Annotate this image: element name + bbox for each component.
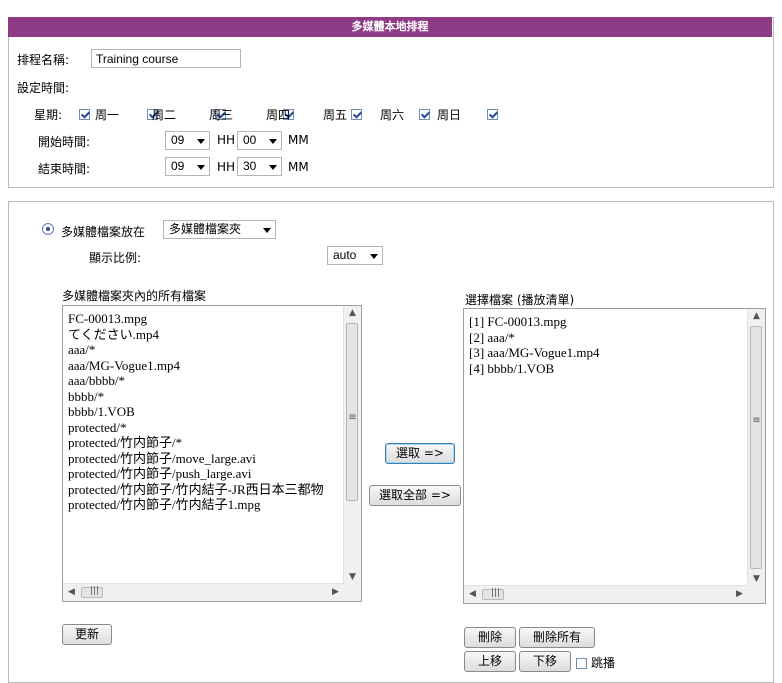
grip-icon: ≡: [348, 412, 357, 423]
weekday-checkbox[interactable]: [79, 109, 90, 120]
all-files-list[interactable]: FC-00013.mpg てください.mp4 aaa/* aaa/MG-Vogue1.…: [62, 305, 362, 602]
weekday-label: 周二: [152, 108, 177, 122]
list-item[interactable]: aaa/MG-Vogue1.mp4: [68, 358, 343, 374]
hour-unit-label: HH: [217, 133, 236, 147]
time-settings-label: 設定時間:: [17, 81, 70, 95]
selected-files-label: 選擇檔案 (播放清單): [465, 293, 575, 307]
display-ratio-label: 顯示比例:: [89, 251, 142, 265]
list-item[interactable]: [1] FC-00013.mpg: [469, 314, 747, 330]
horizontal-scrollbar[interactable]: ◀ ||| ▶: [63, 583, 344, 601]
selected-files-list[interactable]: [1] FC-00013.mpg [2] aaa/* [3] aaa/MG-Vogu…: [463, 308, 766, 604]
skip-checkbox[interactable]: [576, 658, 587, 669]
scrollbar-corner: [344, 584, 361, 601]
list-item[interactable]: protected/竹内節子/竹内結子-JR西日本三都物: [68, 482, 343, 498]
schedule-panel: [8, 17, 774, 188]
selected-files-items: [1] FC-00013.mpg [2] aaa/* [3] aaa/MG-Vogu…: [469, 314, 747, 376]
list-item[interactable]: protected/*: [68, 420, 343, 436]
weekday-checkbox[interactable]: [487, 109, 498, 120]
end-minute-select[interactable]: 30: [237, 157, 282, 176]
scroll-down-icon[interactable]: ▼: [344, 572, 361, 582]
display-ratio-select[interactable]: auto: [327, 246, 383, 265]
chevron-down-icon: [269, 139, 277, 144]
scroll-left-icon[interactable]: ◀: [464, 589, 481, 599]
week-label: 星期:: [34, 108, 63, 122]
select-button[interactable]: 選取 =>: [385, 443, 455, 464]
schedule-name-label: 排程名稱:: [17, 53, 70, 67]
start-minute-select[interactable]: 00: [237, 131, 282, 150]
list-item[interactable]: protected/竹内節子/move_large.avi: [68, 451, 343, 467]
list-item[interactable]: bbbb/*: [68, 389, 343, 405]
chevron-down-icon: [197, 165, 205, 170]
chevron-down-icon: [263, 228, 271, 233]
minute-unit-label: MM: [288, 160, 309, 174]
delete-all-button[interactable]: 刪除所有: [519, 627, 595, 648]
vertical-scrollbar[interactable]: ▲ ≡ ▼: [343, 306, 361, 584]
weekday-label: 周三: [209, 108, 234, 122]
scrollbar-corner: [748, 586, 765, 603]
move-down-button[interactable]: 下移: [519, 651, 571, 672]
display-ratio-value: auto: [333, 248, 357, 262]
list-item[interactable]: protected/竹内節子/*: [68, 435, 343, 451]
scroll-right-icon[interactable]: ▶: [731, 589, 748, 599]
grip-icon: ≡: [752, 415, 761, 426]
list-item[interactable]: aaa/*: [68, 342, 343, 358]
vertical-scrollbar[interactable]: ▲ ≡ ▼: [747, 309, 765, 586]
horizontal-scrollbar[interactable]: ◀ ||| ▶: [464, 585, 748, 603]
media-source-value: 多媒體檔案夾: [169, 222, 242, 236]
hour-unit-label: HH: [217, 160, 236, 174]
move-up-button[interactable]: 上移: [464, 651, 516, 672]
chevron-down-icon: [370, 254, 378, 259]
scroll-right-icon[interactable]: ▶: [327, 587, 344, 597]
start-minute-value: 00: [243, 133, 257, 147]
start-hour-select[interactable]: 09: [165, 131, 210, 150]
all-files-label: 多媒體檔案夾內的所有檔案: [62, 289, 207, 303]
end-minute-value: 30: [243, 159, 257, 173]
weekday-label: 周日: [437, 108, 462, 122]
list-item[interactable]: てください.mp4: [68, 327, 343, 343]
media-source-select[interactable]: 多媒體檔案夾: [163, 220, 276, 239]
list-item[interactable]: [4] bbbb/1.VOB: [469, 361, 747, 377]
schedule-name-input[interactable]: Training course: [91, 49, 241, 68]
list-item[interactable]: protected/竹内節子/push_large.avi: [68, 466, 343, 482]
select-all-button[interactable]: 選取全部 =>: [369, 485, 461, 506]
list-item[interactable]: [2] aaa/*: [469, 330, 747, 346]
delete-button[interactable]: 刪除: [464, 627, 516, 648]
scrollbar-thumb[interactable]: [750, 326, 762, 569]
weekday-checkbox[interactable]: [351, 109, 362, 120]
media-source-radio[interactable]: [42, 223, 54, 235]
minute-unit-label: MM: [288, 133, 309, 147]
end-time-label: 結束時間:: [38, 162, 91, 176]
weekday-label: 周六: [380, 108, 405, 122]
grip-icon: |||: [89, 586, 100, 596]
start-time-label: 開始時間:: [38, 135, 91, 149]
panel-title: 多媒體本地排程: [8, 17, 772, 37]
list-item[interactable]: bbbb/1.VOB: [68, 404, 343, 420]
chevron-down-icon: [269, 165, 277, 170]
end-hour-select[interactable]: 09: [165, 157, 210, 176]
weekday-label: 周四: [266, 108, 291, 122]
start-hour-value: 09: [171, 133, 185, 147]
grip-icon: |||: [490, 588, 501, 598]
weekday-label: 周一: [95, 108, 120, 122]
weekday-checkbox[interactable]: [419, 109, 430, 120]
end-hour-value: 09: [171, 159, 185, 173]
scroll-left-icon[interactable]: ◀: [63, 587, 80, 597]
all-files-items: FC-00013.mpg てください.mp4 aaa/* aaa/MG-Vogue1.…: [68, 311, 343, 513]
list-item[interactable]: aaa/bbbb/*: [68, 373, 343, 389]
chevron-down-icon: [197, 139, 205, 144]
weekday-checkboxes: 周一 周二 周三 周四 周五 周六 周日: [79, 105, 498, 122]
refresh-button[interactable]: 更新: [62, 624, 112, 645]
scroll-up-icon[interactable]: ▲: [344, 308, 361, 318]
list-item[interactable]: FC-00013.mpg: [68, 311, 343, 327]
weekday-label: 周五: [323, 108, 348, 122]
skip-label: 跳播: [591, 656, 616, 670]
media-source-label: 多媒體檔案放在: [61, 225, 146, 239]
list-item[interactable]: [3] aaa/MG-Vogue1.mp4: [469, 345, 747, 361]
scroll-down-icon[interactable]: ▼: [748, 574, 765, 584]
list-item[interactable]: protected/竹内節子/竹内結子1.mpg: [68, 497, 343, 513]
scroll-up-icon[interactable]: ▲: [748, 311, 765, 321]
